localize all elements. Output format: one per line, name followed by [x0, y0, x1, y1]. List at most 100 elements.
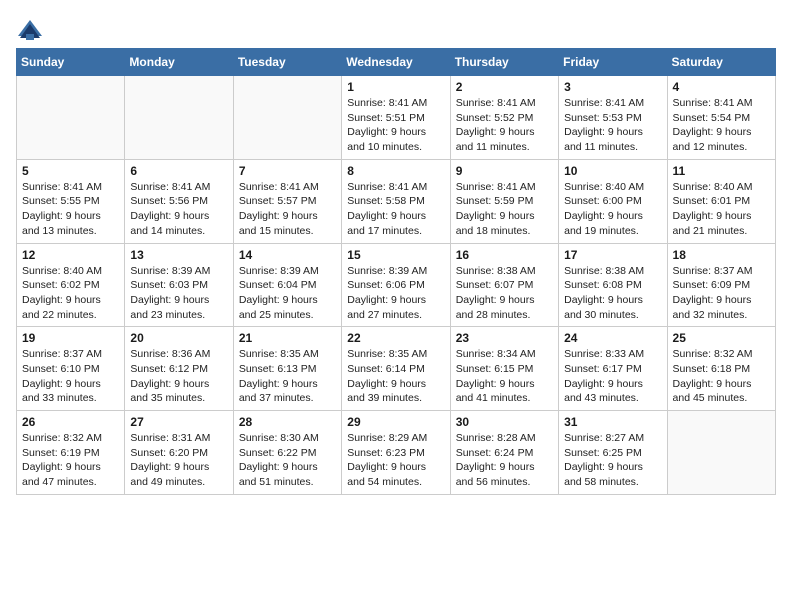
day-info: Sunrise: 8:40 AM Sunset: 6:01 PM Dayligh… — [673, 180, 770, 239]
header-day-wednesday: Wednesday — [342, 49, 450, 76]
calendar-cell: 31Sunrise: 8:27 AM Sunset: 6:25 PM Dayli… — [559, 411, 667, 495]
day-number: 12 — [22, 248, 119, 262]
day-number: 6 — [130, 164, 227, 178]
day-number: 5 — [22, 164, 119, 178]
calendar-cell: 7 Sunrise: 8:41 AM Sunset: 5:57 PM Daylig… — [233, 159, 341, 243]
day-info: Sunrise: 8:41 AM Sunset: 5:57 PM Dayligh… — [239, 180, 336, 239]
calendar-cell: 16 Sunrise: 8:38 AM Sunset: 6:07 PM Dayli… — [450, 243, 558, 327]
day-info: Sunrise: 8:41 AM Sunset: 5:59 PM Dayligh… — [456, 180, 553, 239]
day-info: Sunrise: 8:28 AM Sunset: 6:24 PM Dayligh… — [456, 431, 553, 490]
day-number: 13 — [130, 248, 227, 262]
day-number: 1 — [347, 80, 444, 94]
day-info: Sunrise: 8:32 AM Sunset: 6:19 PM Dayligh… — [22, 431, 119, 490]
calendar-cell: 4 Sunrise: 8:41 AM Sunset: 5:54 PM Daylig… — [667, 76, 775, 160]
day-number: 15 — [347, 248, 444, 262]
header-day-monday: Monday — [125, 49, 233, 76]
day-info: Sunrise: 8:41 AM Sunset: 5:58 PM Dayligh… — [347, 180, 444, 239]
day-info: Sunrise: 8:33 AM Sunset: 6:17 PM Dayligh… — [564, 347, 661, 406]
day-info: Sunrise: 8:37 AM Sunset: 6:09 PM Dayligh… — [673, 264, 770, 323]
day-number: 18 — [673, 248, 770, 262]
calendar-cell: 18 Sunrise: 8:37 AM Sunset: 6:09 PM Dayli… — [667, 243, 775, 327]
day-number: 4 — [673, 80, 770, 94]
day-number: 7 — [239, 164, 336, 178]
day-number: 22 — [347, 331, 444, 345]
day-number: 28 — [239, 415, 336, 429]
calendar-cell: 19 Sunrise: 8:37 AM Sunset: 6:10 PM Dayli… — [17, 327, 125, 411]
calendar-cell: 26 Sunrise: 8:32 AM Sunset: 6:19 PM Dayli… — [17, 411, 125, 495]
calendar-cell: 5 Sunrise: 8:41 AM Sunset: 5:55 PM Daylig… — [17, 159, 125, 243]
calendar-cell: 10 Sunrise: 8:40 AM Sunset: 6:00 PM Dayli… — [559, 159, 667, 243]
day-info: Sunrise: 8:38 AM Sunset: 6:08 PM Dayligh… — [564, 264, 661, 323]
day-info: Sunrise: 8:35 AM Sunset: 6:13 PM Dayligh… — [239, 347, 336, 406]
calendar-header-row: SundayMondayTuesdayWednesdayThursdayFrid… — [17, 49, 776, 76]
day-number: 26 — [22, 415, 119, 429]
header-day-friday: Friday — [559, 49, 667, 76]
calendar-cell: 15Sunrise: 8:39 AM Sunset: 6:06 PM Dayli… — [342, 243, 450, 327]
day-number: 25 — [673, 331, 770, 345]
calendar-cell: 11 Sunrise: 8:40 AM Sunset: 6:01 PM Dayli… — [667, 159, 775, 243]
calendar-cell: 28Sunrise: 8:30 AM Sunset: 6:22 PM Dayli… — [233, 411, 341, 495]
logo-icon — [16, 16, 44, 44]
calendar-cell: 25Sunrise: 8:32 AM Sunset: 6:18 PM Dayli… — [667, 327, 775, 411]
day-number: 19 — [22, 331, 119, 345]
header — [16, 16, 776, 44]
day-info: Sunrise: 8:41 AM Sunset: 5:53 PM Dayligh… — [564, 96, 661, 155]
calendar-cell: 17 Sunrise: 8:38 AM Sunset: 6:08 PM Dayli… — [559, 243, 667, 327]
week-row-2: 5 Sunrise: 8:41 AM Sunset: 5:55 PM Daylig… — [17, 159, 776, 243]
day-info: Sunrise: 8:34 AM Sunset: 6:15 PM Dayligh… — [456, 347, 553, 406]
day-number: 23 — [456, 331, 553, 345]
day-info: Sunrise: 8:39 AM Sunset: 6:03 PM Dayligh… — [130, 264, 227, 323]
day-info: Sunrise: 8:29 AM Sunset: 6:23 PM Dayligh… — [347, 431, 444, 490]
day-number: 8 — [347, 164, 444, 178]
day-info: Sunrise: 8:40 AM Sunset: 6:00 PM Dayligh… — [564, 180, 661, 239]
day-number: 29 — [347, 415, 444, 429]
day-number: 31 — [564, 415, 661, 429]
week-row-4: 19 Sunrise: 8:37 AM Sunset: 6:10 PM Dayli… — [17, 327, 776, 411]
day-number: 2 — [456, 80, 553, 94]
calendar-cell: 23 Sunrise: 8:34 AM Sunset: 6:15 PM Dayli… — [450, 327, 558, 411]
calendar-cell: 13 Sunrise: 8:39 AM Sunset: 6:03 PM Dayli… — [125, 243, 233, 327]
calendar-cell — [667, 411, 775, 495]
calendar-cell — [125, 76, 233, 160]
calendar-cell: 1 Sunrise: 8:41 AM Sunset: 5:51 PM Daylig… — [342, 76, 450, 160]
day-number: 9 — [456, 164, 553, 178]
calendar-cell: 21 Sunrise: 8:35 AM Sunset: 6:13 PM Dayli… — [233, 327, 341, 411]
day-info: Sunrise: 8:41 AM Sunset: 5:51 PM Dayligh… — [347, 96, 444, 155]
header-day-sunday: Sunday — [17, 49, 125, 76]
header-day-tuesday: Tuesday — [233, 49, 341, 76]
calendar-cell: 2Sunrise: 8:41 AM Sunset: 5:52 PM Daylig… — [450, 76, 558, 160]
calendar-cell: 12Sunrise: 8:40 AM Sunset: 6:02 PM Dayli… — [17, 243, 125, 327]
calendar-cell: 3Sunrise: 8:41 AM Sunset: 5:53 PM Daylig… — [559, 76, 667, 160]
day-number: 16 — [456, 248, 553, 262]
day-info: Sunrise: 8:41 AM Sunset: 5:54 PM Dayligh… — [673, 96, 770, 155]
week-row-1: 1 Sunrise: 8:41 AM Sunset: 5:51 PM Daylig… — [17, 76, 776, 160]
day-number: 21 — [239, 331, 336, 345]
day-info: Sunrise: 8:37 AM Sunset: 6:10 PM Dayligh… — [22, 347, 119, 406]
day-number: 17 — [564, 248, 661, 262]
day-number: 20 — [130, 331, 227, 345]
day-number: 30 — [456, 415, 553, 429]
day-number: 10 — [564, 164, 661, 178]
calendar-cell: 22 Sunrise: 8:35 AM Sunset: 6:14 PM Dayli… — [342, 327, 450, 411]
calendar-cell: 8 Sunrise: 8:41 AM Sunset: 5:58 PM Daylig… — [342, 159, 450, 243]
day-info: Sunrise: 8:41 AM Sunset: 5:55 PM Dayligh… — [22, 180, 119, 239]
calendar-cell: 9 Sunrise: 8:41 AM Sunset: 5:59 PM Daylig… — [450, 159, 558, 243]
day-info: Sunrise: 8:31 AM Sunset: 6:20 PM Dayligh… — [130, 431, 227, 490]
logo — [16, 16, 48, 44]
calendar-cell: 6Sunrise: 8:41 AM Sunset: 5:56 PM Daylig… — [125, 159, 233, 243]
day-info: Sunrise: 8:39 AM Sunset: 6:04 PM Dayligh… — [239, 264, 336, 323]
day-number: 27 — [130, 415, 227, 429]
week-row-3: 12Sunrise: 8:40 AM Sunset: 6:02 PM Dayli… — [17, 243, 776, 327]
day-info: Sunrise: 8:36 AM Sunset: 6:12 PM Dayligh… — [130, 347, 227, 406]
calendar-cell: 27 Sunrise: 8:31 AM Sunset: 6:20 PM Dayli… — [125, 411, 233, 495]
day-number: 11 — [673, 164, 770, 178]
week-row-5: 26 Sunrise: 8:32 AM Sunset: 6:19 PM Dayli… — [17, 411, 776, 495]
calendar-cell: 24Sunrise: 8:33 AM Sunset: 6:17 PM Dayli… — [559, 327, 667, 411]
calendar-table: SundayMondayTuesdayWednesdayThursdayFrid… — [16, 48, 776, 495]
calendar-cell: 20 Sunrise: 8:36 AM Sunset: 6:12 PM Dayli… — [125, 327, 233, 411]
day-number: 14 — [239, 248, 336, 262]
day-info: Sunrise: 8:35 AM Sunset: 6:14 PM Dayligh… — [347, 347, 444, 406]
day-info: Sunrise: 8:38 AM Sunset: 6:07 PM Dayligh… — [456, 264, 553, 323]
calendar-cell — [233, 76, 341, 160]
calendar-cell: 14 Sunrise: 8:39 AM Sunset: 6:04 PM Dayli… — [233, 243, 341, 327]
